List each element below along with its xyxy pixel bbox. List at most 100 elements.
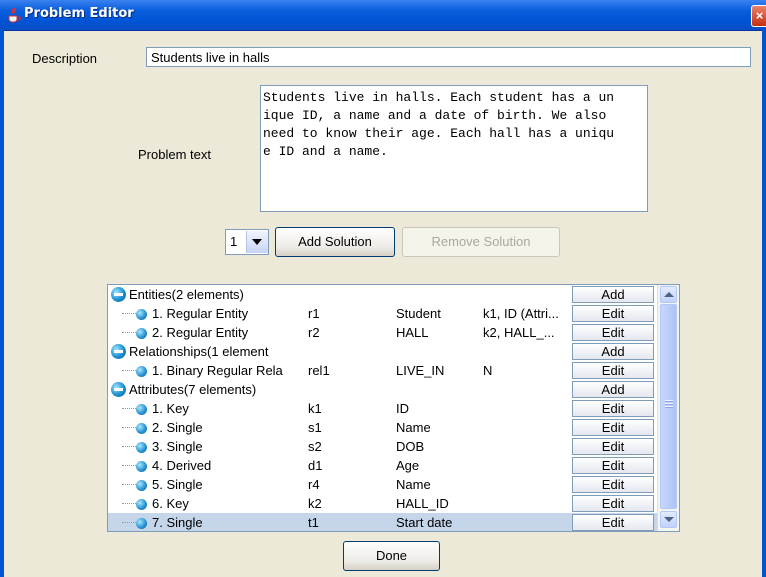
row-extra: N: [483, 363, 493, 378]
description-label: Description: [32, 51, 98, 66]
row-type: 1. Binary Regular Rela: [152, 363, 283, 378]
scroll-up-icon[interactable]: [660, 286, 677, 303]
leaf-node-icon: [136, 442, 147, 453]
tree-branch-line: [122, 370, 136, 372]
edit-button[interactable]: Edit: [572, 324, 654, 341]
tree-group-entities[interactable]: Entities(2 elements) Add: [108, 285, 656, 304]
remove-solution-button[interactable]: Remove Solution: [402, 227, 560, 257]
tree-branch-line: [122, 332, 136, 334]
solution-tree[interactable]: Entities(2 elements) Add 1. Regular Enti…: [107, 284, 680, 532]
tree-group-attributes[interactable]: Attributes(7 elements) Add: [108, 380, 656, 399]
edit-button[interactable]: Edit: [572, 419, 654, 436]
solution-select[interactable]: 1: [225, 229, 269, 255]
row-name: Name: [396, 420, 431, 435]
scroll-thumb[interactable]: [660, 304, 677, 509]
row-id: r1: [308, 306, 320, 321]
tree-branch-line: [122, 427, 136, 429]
row-id: r4: [308, 477, 320, 492]
row-name: HALL_ID: [396, 496, 449, 511]
row-name: Name: [396, 477, 431, 492]
table-row-selected[interactable]: 7. Single t1 Start date Edit: [108, 513, 679, 531]
row-name: Student: [396, 306, 441, 321]
row-type: 2. Single: [152, 420, 203, 435]
leaf-node-icon: [136, 518, 147, 529]
tree-scrollbar[interactable]: [657, 285, 679, 531]
table-row[interactable]: 4. Derived d1 Age Edit: [108, 456, 656, 475]
edit-button[interactable]: Edit: [572, 457, 654, 474]
group-label: Relationships(1 element: [129, 344, 269, 359]
tree-branch-line: [122, 522, 136, 524]
edit-button[interactable]: Edit: [572, 305, 654, 322]
grip-line: [665, 406, 673, 408]
row-name: Start date: [396, 515, 453, 530]
solution-select-value: 1: [230, 234, 238, 249]
table-row[interactable]: 1. Binary Regular Rela rel1 LIVE_IN N Ed…: [108, 361, 656, 380]
row-extra: k2, HALL_...: [483, 325, 555, 340]
table-row[interactable]: 6. Key k2 HALL_ID Edit: [108, 494, 656, 513]
add-relationship-button[interactable]: Add: [572, 343, 654, 360]
tree-branch-line: [122, 465, 136, 467]
close-button[interactable]: ×: [751, 5, 766, 27]
table-row[interactable]: 2. Regular Entity r2 HALL k2, HALL_... E…: [108, 323, 656, 342]
leaf-node-icon: [136, 461, 147, 472]
edit-button[interactable]: Edit: [572, 495, 654, 512]
tree-branch-line: [122, 446, 136, 448]
close-icon: ×: [755, 8, 764, 23]
row-type: 3. Single: [152, 439, 203, 454]
description-input[interactable]: Students live in halls: [146, 47, 751, 67]
window-border-left: [0, 30, 4, 577]
row-type: 1. Regular Entity: [152, 306, 249, 321]
row-name: Age: [396, 458, 420, 473]
problem-text-area[interactable]: Students live in halls. Each student has…: [260, 85, 648, 212]
edit-button[interactable]: Edit: [572, 362, 654, 379]
row-name: LIVE_IN: [396, 363, 445, 378]
group-label: Entities(2 elements): [129, 287, 244, 302]
table-row[interactable]: 5. Single r4 Name Edit: [108, 475, 656, 494]
row-id: t1: [308, 515, 319, 530]
add-entity-button[interactable]: Add: [572, 286, 654, 303]
leaf-node-icon: [136, 423, 147, 434]
leaf-node-icon: [136, 328, 147, 339]
problem-text-label: Problem text: [138, 147, 211, 162]
row-id: s2: [308, 439, 322, 454]
tree-branch-line: [122, 503, 136, 505]
edit-button[interactable]: Edit: [572, 514, 654, 531]
leaf-node-icon: [136, 366, 147, 377]
edit-button[interactable]: Edit: [572, 400, 654, 417]
row-type: 5. Single: [152, 477, 203, 492]
table-row[interactable]: 1. Key k1 ID Edit: [108, 399, 656, 418]
tree-branch-line: [122, 408, 136, 410]
add-solution-button[interactable]: Add Solution: [275, 227, 395, 257]
window-title: Problem Editor: [24, 6, 134, 21]
table-row[interactable]: 3. Single s2 DOB Edit: [108, 437, 656, 456]
tree-group-relationships[interactable]: Relationships(1 element Add: [108, 342, 656, 361]
grip-line: [665, 400, 673, 402]
table-row[interactable]: 1. Regular Entity r1 Student k1, ID (Att…: [108, 304, 656, 323]
row-name: DOB: [396, 439, 425, 454]
row-id: rel1: [308, 363, 330, 378]
row-type: 1. Key: [152, 401, 189, 416]
edit-button[interactable]: Edit: [572, 476, 654, 493]
title-bar: Problem Editor ×: [0, 0, 766, 31]
scroll-down-icon[interactable]: [660, 511, 677, 528]
row-name: HALL: [396, 325, 429, 340]
leaf-node-icon: [136, 309, 147, 320]
row-type: 2. Regular Entity: [152, 325, 249, 340]
group-label: Attributes(7 elements): [129, 382, 257, 397]
row-id: d1: [308, 458, 323, 473]
chevron-down-icon[interactable]: [246, 231, 268, 253]
row-type: 4. Derived: [152, 458, 212, 473]
table-row[interactable]: 2. Single s1 Name Edit: [108, 418, 656, 437]
edit-button[interactable]: Edit: [572, 438, 654, 455]
done-button[interactable]: Done: [343, 541, 440, 571]
tree-branch-line: [122, 484, 136, 486]
window-border-right: [762, 30, 766, 577]
add-attribute-button[interactable]: Add: [572, 381, 654, 398]
collapse-icon[interactable]: [111, 382, 126, 397]
leaf-node-icon: [136, 499, 147, 510]
row-id: r2: [308, 325, 320, 340]
collapse-icon[interactable]: [111, 287, 126, 302]
leaf-node-icon: [136, 404, 147, 415]
collapse-icon[interactable]: [111, 344, 126, 359]
row-id: k2: [308, 496, 322, 511]
